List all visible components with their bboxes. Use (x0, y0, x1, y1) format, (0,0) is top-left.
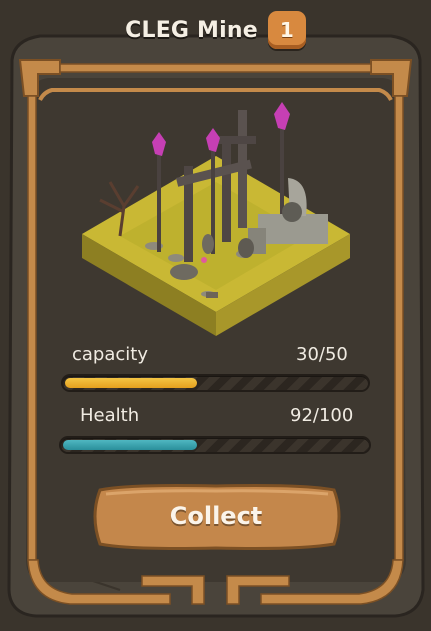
mine-title: CLEG Mine (125, 17, 258, 43)
collect-button-label: Collect (169, 502, 263, 530)
health-value: 92/100 (290, 405, 354, 426)
panel-header: CLEG Mine 1 (0, 11, 431, 49)
capacity-bar (63, 376, 368, 390)
collect-button[interactable]: Collect (90, 482, 342, 550)
isometric-mine-icon (82, 102, 350, 336)
capacity-value: 30/50 (296, 344, 348, 365)
health-bar-fill (63, 440, 197, 450)
mine-panel: CLEG Mine 1 capacity 30/50 Health 92/100… (0, 0, 431, 627)
health-bar (61, 438, 369, 452)
capacity-label: capacity (72, 344, 148, 365)
health-label: Health (80, 405, 140, 426)
level-badge: 1 (267, 11, 306, 49)
capacity-bar-fill (65, 378, 198, 388)
